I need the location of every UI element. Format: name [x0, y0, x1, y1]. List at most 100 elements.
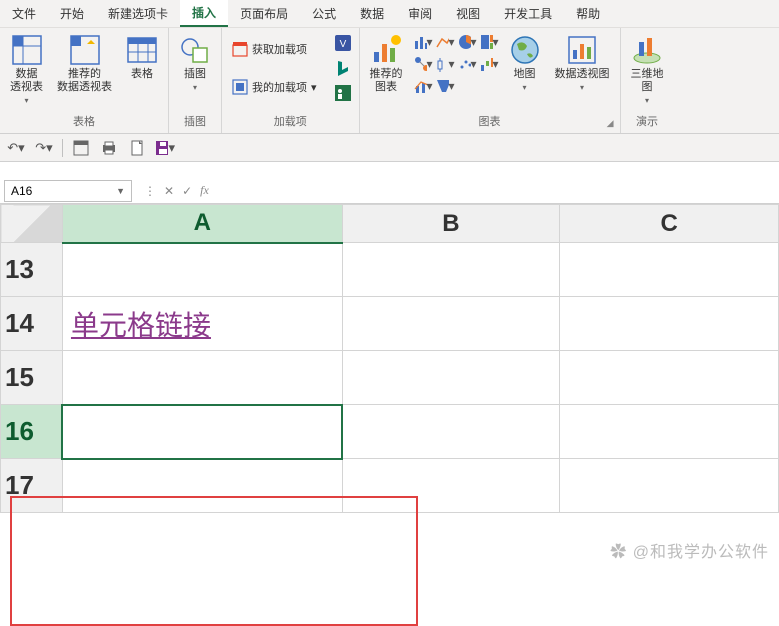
recommended-pivot-button[interactable]: 推荐的 数据透视表	[53, 32, 116, 96]
formula-bar-row: A16 ▼ ⋮ ✕ ✓ fx	[0, 178, 779, 204]
new-icon[interactable]	[127, 138, 147, 158]
svg-text:V: V	[339, 39, 346, 50]
qat-icon-1[interactable]	[71, 138, 91, 158]
formula-tools: ⋮ ✕ ✓ fx	[144, 183, 209, 198]
row-header-13[interactable]: 13	[1, 243, 63, 297]
cell-B16[interactable]	[342, 405, 560, 459]
group-tours-label: 演示	[627, 111, 668, 131]
pivot-table-button[interactable]: 数据 透视表 ▾	[6, 32, 47, 107]
watermark: ✿ @和我学办公软件	[610, 538, 769, 562]
column-chart-icon[interactable]: ▾	[413, 32, 433, 52]
illustrations-button[interactable]: 插图 ▾	[175, 32, 215, 94]
scatter-chart-icon[interactable]: ▾	[457, 54, 477, 74]
treemap-icon[interactable]: ▾	[479, 32, 499, 52]
name-box[interactable]: A16 ▼	[4, 180, 132, 202]
ribbon-tabs: 文件 开始 新建选项卡 插入 页面布局 公式 数据 审阅 视图 开发工具 帮助	[0, 0, 779, 28]
col-header-C[interactable]: C	[560, 205, 779, 243]
cell-C14[interactable]	[560, 297, 779, 351]
get-addins-label: 获取加载项	[252, 41, 307, 57]
tab-review[interactable]: 审阅	[396, 0, 444, 27]
group-tables: 数据 透视表 ▾ 推荐的 数据透视表 表格 表格	[0, 28, 169, 133]
table-icon	[126, 34, 158, 66]
table-button[interactable]: 表格	[122, 32, 162, 83]
cell-B13[interactable]	[342, 243, 560, 297]
cell-C16[interactable]	[560, 405, 779, 459]
redo-button[interactable]: ↷▾	[34, 138, 54, 158]
recommended-pivot-label: 推荐的 数据透视表	[57, 68, 112, 94]
caret-icon: ▾	[193, 83, 197, 92]
cell-A16[interactable]	[62, 405, 342, 459]
combo-chart-icon[interactable]: ▾	[413, 76, 433, 96]
cell-C15[interactable]	[560, 351, 779, 405]
cell-A13[interactable]	[62, 243, 342, 297]
undo-button[interactable]: ↶▾	[6, 138, 26, 158]
select-all-corner[interactable]	[1, 205, 63, 243]
tab-data[interactable]: 数据	[348, 0, 396, 27]
pivot-chart-icon	[566, 34, 598, 66]
group-illustrations: 插图 ▾ 插图	[169, 28, 222, 133]
hierarchy-chart-icon[interactable]: ▾	[413, 54, 433, 74]
cell-B14[interactable]	[342, 297, 560, 351]
recommended-charts-label: 推荐的 图表	[370, 68, 403, 94]
line-chart-icon[interactable]: ▾	[435, 32, 455, 52]
tab-insert[interactable]: 插入	[180, 0, 228, 27]
visio-icon[interactable]: V	[333, 33, 353, 53]
my-addins-label: 我的加载项	[252, 79, 307, 95]
quick-access-toolbar: ↶▾ ↷▾ ▾	[0, 134, 779, 162]
cancel-icon[interactable]: ✕	[164, 184, 174, 198]
chart-icon	[370, 34, 402, 66]
cell-A17[interactable]	[62, 459, 342, 513]
waterfall-chart-icon[interactable]: ▾	[479, 54, 499, 74]
fx-icon[interactable]: fx	[200, 183, 209, 198]
tab-formulas[interactable]: 公式	[300, 0, 348, 27]
people-graph-icon[interactable]	[333, 83, 353, 103]
cell-A14[interactable]: 单元格链接	[62, 297, 342, 351]
col-header-A[interactable]: A	[62, 205, 342, 243]
tab-developer[interactable]: 开发工具	[492, 0, 564, 27]
group-addins-label: 加载项	[228, 111, 353, 131]
colon-icon[interactable]: ⋮	[144, 184, 156, 198]
dropdown-icon[interactable]: ▼	[116, 186, 125, 196]
ribbon: 数据 透视表 ▾ 推荐的 数据透视表 表格 表格 插图 ▾ 插图	[0, 28, 779, 134]
pie-chart-icon[interactable]: ▾	[457, 32, 477, 52]
statistic-chart-icon[interactable]: ▾	[435, 54, 455, 74]
caret-icon: ▾	[24, 96, 28, 105]
cell-B15[interactable]	[342, 351, 560, 405]
my-addins-button[interactable]: 我的加载项 ▾	[228, 77, 321, 97]
recommended-charts-button[interactable]: 推荐的 图表	[366, 32, 407, 96]
row-header-15[interactable]: 15	[1, 351, 63, 405]
row-header-14[interactable]: 14	[1, 297, 63, 351]
group-addins: 获取加载项 我的加载项 ▾ V 加载项	[222, 28, 360, 133]
caret-icon: ▾	[523, 83, 527, 92]
print-icon[interactable]	[99, 138, 119, 158]
pivot-table-icon	[11, 34, 43, 66]
tab-file[interactable]: 文件	[0, 0, 48, 27]
col-header-B[interactable]: B	[342, 205, 560, 243]
tab-layout[interactable]: 页面布局	[228, 0, 300, 27]
tab-help[interactable]: 帮助	[564, 0, 612, 27]
hyperlink[interactable]: 单元格链接	[71, 310, 211, 341]
get-addins-button[interactable]: 获取加载项	[228, 39, 321, 59]
row-header-16[interactable]: 16	[1, 405, 63, 459]
group-illus-label: 插图	[175, 111, 215, 131]
maps-button[interactable]: 地图 ▾	[505, 32, 545, 94]
pivot-chart-button[interactable]: 数据透视图 ▾	[551, 32, 614, 94]
tab-home[interactable]: 开始	[48, 0, 96, 27]
cell-C13[interactable]	[560, 243, 779, 297]
table-label: 表格	[131, 68, 153, 81]
enter-icon[interactable]: ✓	[182, 184, 192, 198]
bing-icon[interactable]	[333, 58, 353, 78]
save-icon[interactable]: ▾	[155, 138, 175, 158]
3d-map-button[interactable]: 三维地 图 ▾	[627, 32, 668, 107]
dialog-launcher-icon[interactable]: ◢	[607, 118, 614, 129]
group-tours: 三维地 图 ▾ 演示	[621, 28, 674, 133]
tab-view[interactable]: 视图	[444, 0, 492, 27]
row-header-17[interactable]: 17	[1, 459, 63, 513]
tab-custom[interactable]: 新建选项卡	[96, 0, 180, 27]
cell-A15[interactable]	[62, 351, 342, 405]
maps-label: 地图	[514, 68, 536, 81]
3d-map-label: 三维地 图	[631, 68, 664, 94]
cell-C17[interactable]	[560, 459, 779, 513]
funnel-chart-icon[interactable]: ▾	[435, 76, 455, 96]
cell-B17[interactable]	[342, 459, 560, 513]
